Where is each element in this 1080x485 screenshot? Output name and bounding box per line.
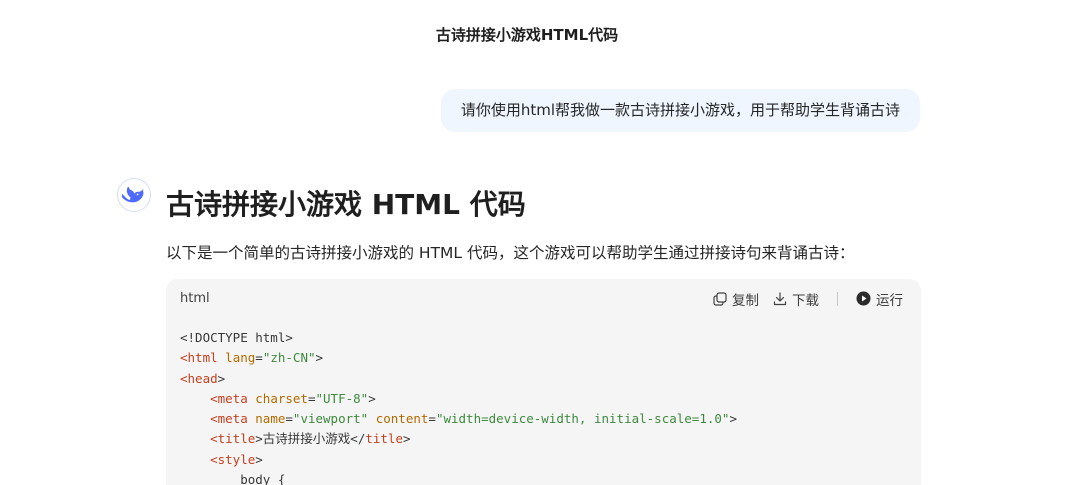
code-token: =: [428, 411, 436, 427]
code-token: <style: [210, 451, 256, 467]
code-language-label: html: [180, 291, 210, 306]
code-token: =: [307, 390, 316, 406]
copy-label: 复制: [732, 292, 759, 309]
code-line: <title>古诗拼接小游戏</title>: [180, 429, 907, 449]
action-divider: [837, 291, 838, 306]
code-token: "viewport": [292, 411, 369, 427]
code-token: title: [365, 431, 403, 447]
run-label: 运行: [876, 292, 903, 309]
play-circle-icon: [856, 291, 871, 306]
code-token: "width=device-width, initial-scale=1.0": [435, 411, 730, 427]
code-token: <head: [180, 370, 218, 386]
code-token: <html: [180, 350, 218, 366]
download-icon: [773, 291, 787, 305]
code-line: <html lang="zh-CN">: [180, 348, 907, 368]
code-token: charset: [255, 390, 308, 406]
code-token: >: [368, 390, 376, 406]
code-token: =: [255, 350, 263, 366]
code-token: >: [217, 370, 226, 386]
code-token: <meta: [210, 390, 248, 406]
assistant-avatar: [117, 178, 151, 212]
answer-intro: 以下是一个简单的古诗拼接小游戏的 HTML 代码，这个游戏可以帮助学生通过拼接诗…: [166, 244, 855, 262]
conversation-title: 古诗拼接小游戏HTML代码: [435, 26, 619, 44]
code-actions: 复制 下载 运行: [709, 287, 907, 311]
user-message-bubble: 请你使用html帮我做一款古诗拼接小游戏，用于帮助学生背诵古诗: [440, 89, 920, 132]
code-line: body {: [180, 470, 907, 485]
code-token: "zh-CN": [262, 350, 316, 366]
code-token: lang: [225, 350, 256, 366]
code-line: <!DOCTYPE html>: [180, 328, 907, 348]
download-label: 下载: [792, 292, 819, 309]
code-block-header: html 复制 下载 运行: [166, 279, 921, 318]
run-button[interactable]: 运行: [852, 287, 907, 311]
download-button[interactable]: 下载: [769, 287, 823, 311]
code-line: <head>: [180, 369, 907, 389]
code-token: <!DOCTYPE html>: [180, 330, 293, 345]
answer-heading: 古诗拼接小游戏 HTML 代码: [166, 188, 526, 221]
code-content: <!DOCTYPE html> <html lang="zh-CN"> <head>…: [166, 318, 921, 485]
code-token: name: [255, 411, 286, 427]
copy-icon: [713, 291, 727, 306]
whale-logo-icon: [122, 186, 144, 203]
code-token: <meta: [210, 411, 248, 427]
code-token: >古诗拼接小游戏</: [255, 431, 366, 447]
code-token: =: [285, 411, 293, 427]
code-token: <title: [210, 431, 256, 447]
code-block: html 复制 下载 运行 <!DOCTYPE html> <html lang…: [166, 279, 921, 485]
code-token: content: [375, 411, 429, 427]
code-token: body {: [180, 472, 286, 485]
code-token: "UTF-8": [315, 390, 369, 406]
code-token: >: [255, 451, 263, 467]
copy-button[interactable]: 复制: [709, 287, 763, 311]
code-token: >: [729, 411, 737, 427]
code-line: <meta charset="UTF-8">: [180, 389, 907, 409]
code-token: >: [402, 431, 411, 447]
code-line: <style>: [180, 450, 907, 470]
code-line: <meta name="viewport" content="width=dev…: [180, 409, 907, 429]
code-token: >: [315, 350, 324, 366]
